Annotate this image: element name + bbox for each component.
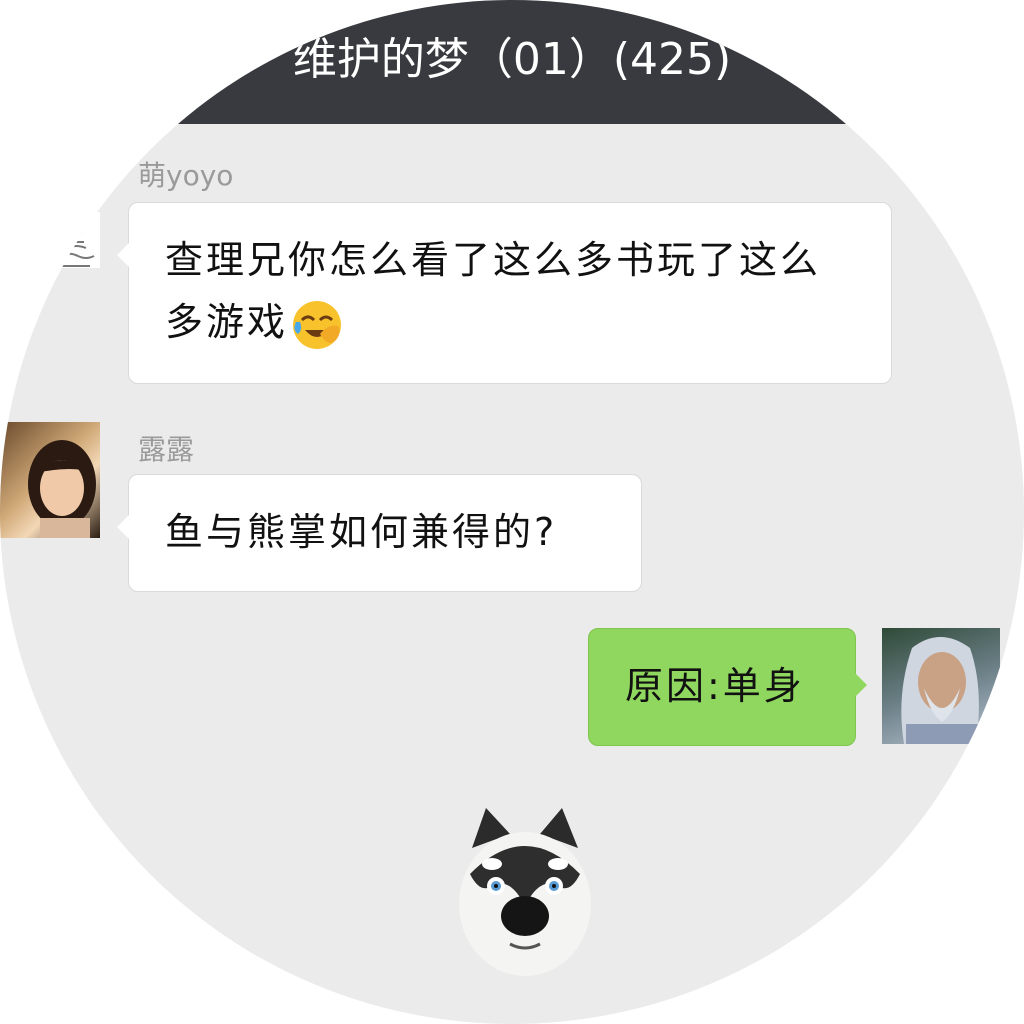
- chat-screen: 维护的梦（01）(425) 萌yoyo 查理兄你怎么看了这么多书玩了这么多游戏: [0, 0, 1024, 1024]
- sketch-avatar-icon: [55, 221, 95, 267]
- title-bar: 维护的梦（01）(425): [0, 0, 1024, 124]
- message-text: 原因:单身: [625, 664, 805, 708]
- message-bubble[interactable]: 查理兄你怎么看了这么多书玩了这么多游戏: [117, 202, 892, 384]
- husky-dog-icon: [459, 808, 591, 976]
- chat-title: 维护的梦（01）(425): [292, 34, 732, 85]
- husky-sticker[interactable]: [450, 804, 600, 980]
- elder-character-photo-icon: [901, 637, 979, 744]
- face-with-tears-of-joy-icon: [293, 300, 342, 349]
- avatar-lulu[interactable]: [0, 422, 100, 538]
- message-text: 查理兄你怎么看了这么多书玩了这么多游戏: [165, 238, 822, 344]
- message-bubble[interactable]: 原因:单身: [588, 628, 867, 746]
- woman-photo-icon: [28, 440, 96, 538]
- message-bubble[interactable]: 鱼与熊掌如何兼得的?: [117, 474, 642, 592]
- avatar-self[interactable]: [882, 628, 1000, 744]
- sender-name: 露露: [138, 433, 195, 466]
- sender-name: 萌yoyo: [138, 159, 234, 192]
- message-text: 鱼与熊掌如何兼得的?: [165, 510, 558, 554]
- avatar-yoyo[interactable]: [50, 212, 100, 268]
